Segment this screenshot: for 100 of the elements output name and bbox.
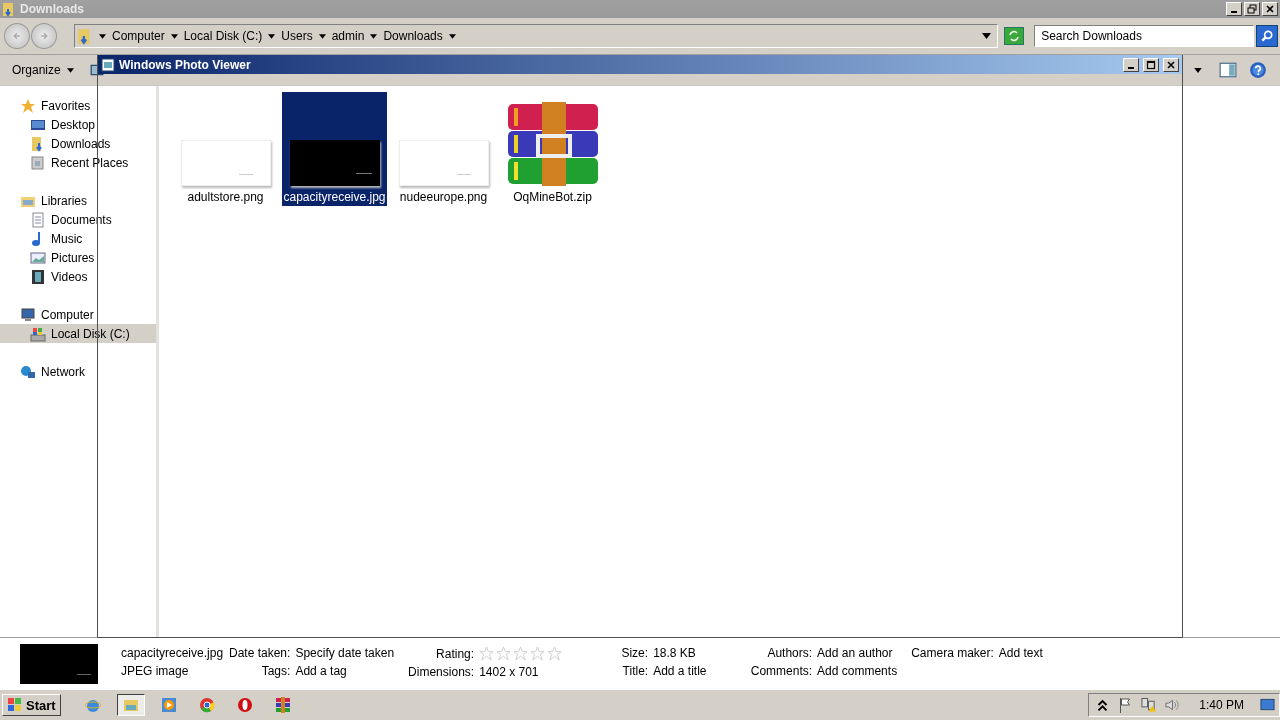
archive-icon	[505, 102, 600, 186]
folder-icon	[76, 27, 93, 45]
caret-icon[interactable]	[982, 33, 992, 39]
file-name: capacityreceive.jpg	[283, 190, 386, 204]
file-name: adultstore.png	[187, 190, 264, 204]
search-button[interactable]	[1256, 25, 1278, 47]
refresh-button[interactable]	[1004, 27, 1025, 45]
sidebar-item[interactable]: Libraries	[0, 191, 156, 210]
app-icon	[84, 697, 101, 713]
sidebar-item[interactable]: Desktop	[0, 115, 156, 134]
breadcrumb[interactable]: Computer	[111, 29, 165, 43]
caret-icon	[66, 67, 74, 73]
property-label: Size:	[621, 646, 649, 660]
volume-icon[interactable]	[1164, 697, 1180, 713]
star-icon[interactable]	[547, 646, 563, 661]
sidebar-item[interactable]: Music	[0, 229, 156, 248]
property-label: Rating:	[435, 646, 475, 661]
caret-icon[interactable]	[370, 33, 378, 39]
property-label: Date taken:	[229, 646, 291, 660]
preview-pane-icon	[1219, 61, 1237, 79]
property-value[interactable]: Add comments	[817, 664, 898, 678]
file-item[interactable]: OqMineBot.zip	[500, 92, 605, 206]
star-icon[interactable]	[530, 646, 546, 661]
sidebar-icon	[20, 97, 36, 114]
file-item[interactable]: nudeeurope.png	[391, 92, 496, 206]
sidebar-item[interactable]: Network	[0, 362, 156, 381]
breadcrumb[interactable]: Local Disk (C:)	[183, 29, 263, 43]
sidebar-item[interactable]: Videos	[0, 267, 156, 286]
caret-icon	[1194, 67, 1202, 73]
sidebar-icon	[30, 154, 46, 171]
property-value[interactable]: Specify date taken	[295, 646, 395, 660]
property-value[interactable]: Add an author	[817, 646, 898, 660]
sidebar-icon	[20, 306, 36, 323]
sidebar-icon	[30, 249, 46, 266]
close-button[interactable]	[1262, 2, 1278, 16]
file-type: JPEG image	[121, 664, 190, 678]
organize-button[interactable]: Organize	[12, 61, 74, 79]
file-name: nudeeurope.png	[399, 190, 488, 204]
sidebar-icon	[30, 211, 46, 228]
breadcrumb[interactable]: Users	[281, 29, 313, 43]
file-name: capacityreceive.jpg	[121, 646, 225, 660]
property-value[interactable]: 18.8 KB	[653, 646, 734, 660]
sidebar-item[interactable]: Favorites	[0, 96, 156, 115]
sidebar-icon	[20, 363, 36, 380]
minimize-button[interactable]	[1226, 2, 1242, 16]
help-icon	[1249, 61, 1267, 79]
property-label: Camera maker:	[911, 646, 994, 660]
network-icon[interactable]	[1141, 697, 1157, 713]
sidebar-item[interactable]: Pictures	[0, 248, 156, 267]
caret-icon[interactable]	[170, 33, 178, 39]
app-icon	[198, 697, 215, 713]
window-title: Windows Photo Viewer	[119, 57, 251, 72]
windows-logo-icon	[7, 697, 23, 713]
window-title: Downloads	[20, 2, 85, 16]
taskbar-button[interactable]	[116, 694, 145, 716]
app-icon	[122, 697, 139, 713]
app-icon	[160, 697, 177, 713]
app-icon	[274, 697, 291, 713]
caret-icon[interactable]	[98, 33, 106, 39]
file-name: OqMineBot.zip	[513, 190, 592, 204]
minimize-icon	[1231, 11, 1237, 13]
minimize-icon	[1128, 66, 1134, 69]
search-icon	[1260, 29, 1274, 43]
minimize-button[interactable]	[1123, 57, 1139, 72]
clock[interactable]: 1:40 PM	[1199, 698, 1244, 712]
start-button[interactable]: Start	[2, 694, 61, 716]
sidebar-icon	[30, 268, 46, 285]
property-label: Tags:	[260, 664, 291, 678]
property-label: Dimensions:	[408, 665, 475, 679]
property-value[interactable]: Add text	[998, 646, 1079, 660]
breadcrumb[interactable]: admin	[331, 29, 365, 43]
property-value[interactable]: 1402 x 701	[479, 665, 570, 679]
sidebar-icon	[30, 325, 46, 342]
star-icon[interactable]	[496, 646, 512, 661]
breadcrumb[interactable]: Downloads	[383, 29, 443, 43]
caret-icon[interactable]	[318, 33, 326, 39]
restore-icon	[1247, 4, 1257, 14]
file-item[interactable]: capacityreceive.jpg	[282, 92, 387, 206]
sidebar-item[interactable]: Computer	[0, 305, 156, 324]
show-desktop-icon[interactable]	[1260, 697, 1275, 713]
maximize-button[interactable]	[1143, 57, 1159, 72]
close-icon	[1265, 4, 1275, 14]
property-value[interactable]: Add a tag	[295, 664, 395, 678]
file-item[interactable]: adultstore.png	[173, 92, 278, 206]
property-value[interactable]: Add a title	[653, 664, 734, 678]
star-icon[interactable]	[479, 646, 495, 661]
maximize-icon	[1146, 59, 1156, 70]
property-label: Title:	[621, 664, 649, 678]
caret-icon[interactable]	[448, 33, 456, 39]
restore-button[interactable]	[1244, 2, 1260, 16]
folder-icon	[2, 1, 16, 17]
property-label: Authors:	[766, 646, 813, 660]
close-icon	[1166, 59, 1176, 70]
address-bar[interactable]: Computer Local Disk (C:) Users admin Downloads	[73, 24, 999, 48]
star-icon[interactable]	[513, 646, 529, 661]
search-field[interactable]: Search Downloads	[1034, 25, 1254, 47]
caret-icon[interactable]	[268, 33, 276, 39]
property-label: Comments:	[750, 664, 813, 678]
picture-icon	[101, 57, 115, 72]
close-button[interactable]	[1163, 57, 1179, 72]
